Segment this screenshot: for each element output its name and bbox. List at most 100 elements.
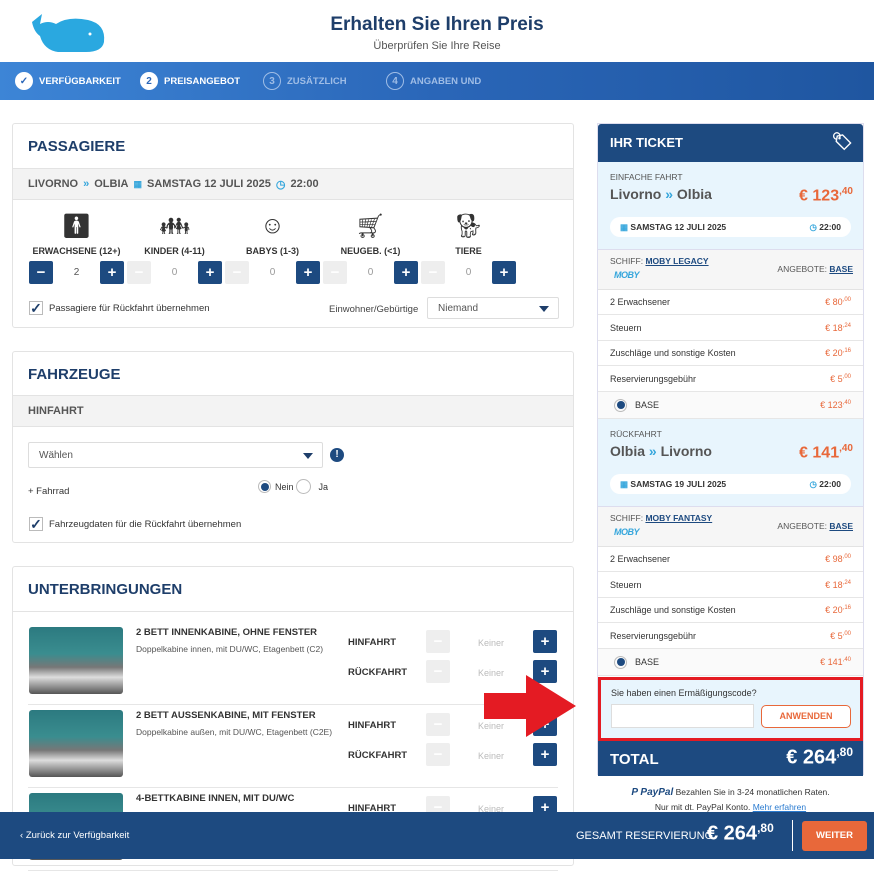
moby-logo: MOBY [614, 270, 640, 280]
vehicle-select[interactable]: Wählen [28, 442, 323, 468]
increment-button[interactable]: + [394, 261, 418, 284]
radio-selected[interactable] [614, 398, 627, 412]
passenger-type: ☺ BABYS (1-3) − 0 + [225, 212, 320, 284]
trip-date: ▦ SAMSTAG 19 JULI 2025 ◷ 22:00 [610, 474, 851, 494]
paypal-more-link[interactable]: Mehr erfahren [753, 802, 806, 812]
route-date: SAMSTAG 12 JULI 2025 [147, 178, 271, 190]
decrement-button[interactable]: − [421, 261, 445, 284]
offer-option[interactable]: BASE € 141,40 [598, 649, 863, 676]
trip-kind: EINFACHE FAHRT [610, 172, 683, 182]
discount-code-input[interactable] [611, 704, 754, 728]
offer-option[interactable]: BASE € 123,40 [598, 392, 863, 419]
price-cents: ,40 [839, 443, 853, 454]
radio-yes[interactable] [295, 479, 311, 494]
resident-select[interactable]: Niemand [427, 297, 559, 319]
ticket-title: IHR TICKET [610, 135, 683, 150]
passenger-stepper: − 0 + [127, 261, 222, 284]
copy-vehicle-checkbox[interactable]: ✓ Fahrzeugdaten für die Rückfahrt überneh… [29, 515, 242, 532]
increment-button[interactable]: + [100, 261, 124, 284]
step-number: 3 [263, 72, 281, 90]
line-value: € 18 [825, 322, 843, 333]
passenger-type: 🐕︎ TIERE − 0 + [421, 212, 516, 284]
baby-icon: ☺ [260, 212, 285, 239]
offer-label: ANGEBOTE: [777, 521, 827, 531]
price-line: Reservierungsgebühr € 5,00 [598, 624, 863, 649]
increment-button[interactable]: + [533, 630, 557, 653]
paypal-note: P PayPal Bezahlen Sie in 3-24 monatliche… [597, 785, 864, 814]
decrement-button[interactable]: − [426, 713, 450, 736]
ship-link[interactable]: MOBY FANTASY [645, 513, 712, 523]
line-value: € 18 [825, 579, 843, 590]
increment-button[interactable]: + [296, 261, 320, 284]
line-cents: ,00 [842, 373, 851, 380]
line-value: € 80 [825, 297, 843, 307]
clock-icon: ◷ [275, 178, 286, 191]
back-link[interactable]: ‹ Zurück zur Verfügbarkeit [20, 830, 129, 841]
info-icon[interactable]: ! [330, 448, 344, 462]
decrement-button[interactable]: − [426, 660, 450, 683]
dog-icon: 🐕︎ [453, 213, 484, 240]
radio-label: Nein [275, 481, 294, 492]
increment-button[interactable]: + [533, 743, 557, 766]
trip-price: € 123,40 [799, 186, 853, 205]
total-amount: € 264 [786, 746, 837, 769]
decrement-button[interactable]: − [225, 261, 249, 284]
footer-total-label: GESAMT RESERVIERUNG [576, 830, 714, 842]
step-label: ZUSÄTZLICH [287, 75, 347, 87]
bike-label: + Fahrrad [28, 486, 70, 497]
offer-label: BASE [635, 399, 660, 410]
checkbox-label: Fahrzeugdaten für die Rückfahrt übernehm… [49, 518, 242, 530]
line-label: Zuschläge und sonstige Kosten [610, 348, 736, 358]
chevrons-icon: » [665, 186, 674, 202]
checkmark-icon: ✓ [29, 515, 43, 532]
cabin-image [29, 627, 123, 694]
cabin-desc: Doppelkabine innen, mit DU/WC, Etagenbet… [136, 644, 324, 654]
step-availability[interactable]: ✓ VERFÜGBARKEIT [15, 62, 121, 100]
line-value: € 5 [830, 630, 843, 641]
offer-link[interactable]: BASE [829, 264, 853, 274]
offer-link[interactable]: BASE [829, 521, 853, 531]
trip-date: ▦ SAMSTAG 12 JULI 2025 ◷ 22:00 [610, 217, 851, 237]
price-cents: ,40 [839, 186, 853, 197]
progress-steps: ✓ VERFÜGBARKEIT 2 PREISANGEBOT 3 ZUSÄTZLICH… [0, 62, 874, 100]
passengers-card: PASSAGIERE LIVORNO » OLBIA ▦ SAMSTAG 12 … [12, 123, 574, 328]
ship-link[interactable]: MOBY LEGACY [645, 256, 708, 266]
trip-route: Livorno » Olbia [610, 186, 712, 202]
cabin-name: 2 BETT INNENKABINE, OHNE FENSTER [136, 627, 318, 638]
copy-passengers-checkbox[interactable]: ✓ Passagiere für Rückfahrt übernehmen [29, 300, 210, 316]
line-cents: ,24 [842, 322, 851, 329]
radio-no[interactable] [258, 480, 271, 493]
section-title: UNTERBRINGUNGEN [28, 581, 183, 598]
cabin-item: 2 BETT INNENKABINE, OHNE FENSTER Doppelk… [28, 623, 558, 705]
price-line: 2 Erwachsener € 98,00 [598, 547, 863, 572]
decrement-button[interactable]: − [323, 261, 347, 284]
footer-total: € 264,80 [707, 821, 774, 846]
radio-label: Ja [318, 481, 329, 492]
radio-selected[interactable] [614, 655, 627, 669]
offer-label: BASE [635, 656, 660, 667]
paypal-text2: Nur mit dt. PayPal Konto. [654, 802, 751, 812]
discount-label: Sie haben einen Ermäßigungscode? [611, 688, 757, 698]
decrement-button[interactable]: − [29, 261, 53, 284]
adult-icon: 🚹︎ [61, 213, 92, 240]
total-bar: TOTAL € 264,80 [598, 741, 863, 776]
ship-label: SCHIFF: [610, 513, 644, 523]
step-label: VERFÜGBARKEIT [39, 75, 121, 87]
line-cents: ,00 [842, 554, 851, 560]
decrement-button[interactable]: − [426, 630, 450, 653]
decrement-button[interactable]: − [426, 743, 450, 766]
passenger-stepper: − 2 + [29, 261, 124, 284]
next-button[interactable]: WEITER [802, 821, 867, 851]
decrement-button[interactable]: − [127, 261, 151, 284]
calendar-icon: ▦ [133, 178, 142, 189]
increment-button[interactable]: + [198, 261, 222, 284]
apply-discount-button[interactable]: ANWENDEN [761, 705, 851, 728]
return-trip: RÜCKFAHRT Olbia » Livorno € 141,40 ▦ SAM… [598, 419, 863, 507]
moby-logo: MOBY [614, 527, 640, 537]
increment-button[interactable]: + [492, 261, 516, 284]
passenger-count: 0 [367, 267, 374, 278]
outbound-subheader: HINFAHRT [13, 395, 573, 427]
line-value: € 20 [825, 605, 843, 615]
total-label: TOTAL [610, 751, 659, 768]
clock-icon: ◷ [809, 221, 820, 232]
